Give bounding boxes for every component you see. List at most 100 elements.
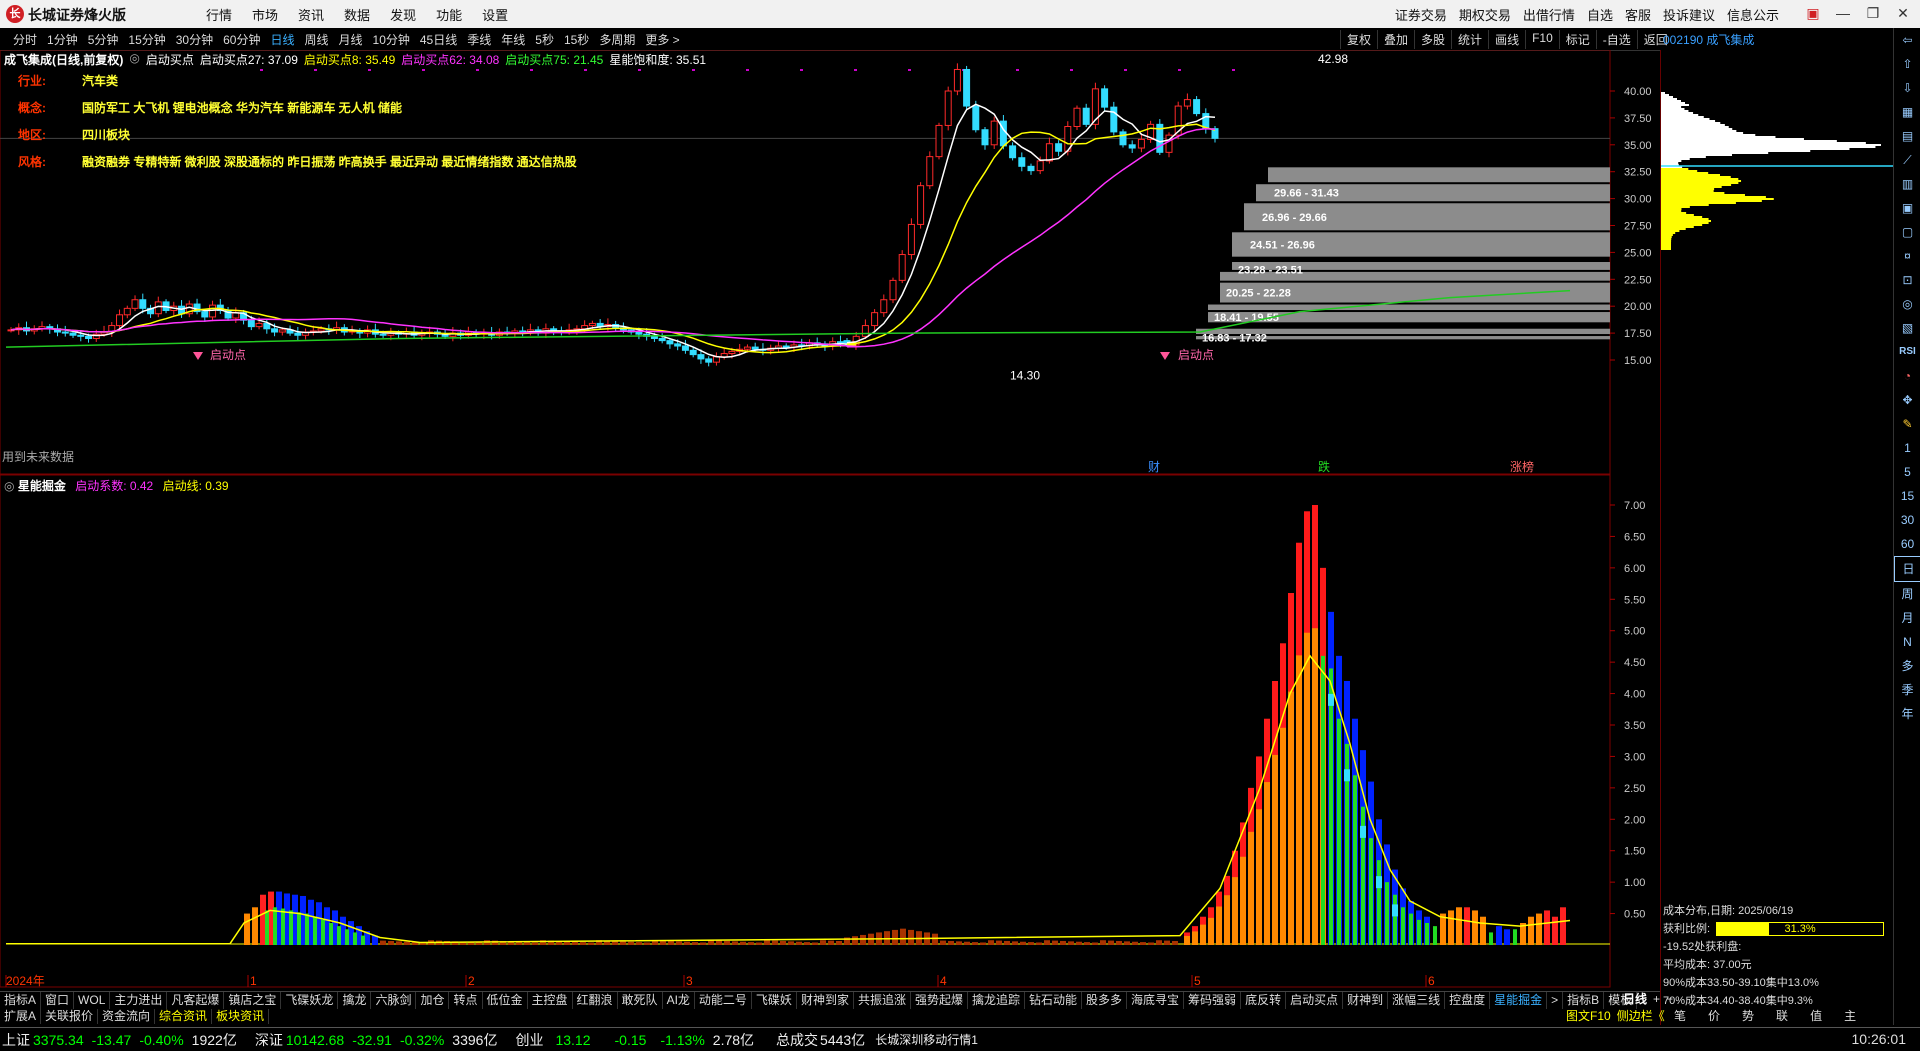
period-week[interactable]: 周 xyxy=(1894,582,1920,606)
indicator-tab[interactable]: 启动买点 xyxy=(1286,992,1344,1009)
panel-tab[interactable]: 值 xyxy=(1799,1009,1833,1024)
line-chart-icon[interactable]: ⟋ xyxy=(1894,148,1920,172)
indicator-tab[interactable]: 转点 xyxy=(449,992,483,1009)
period-day-tab[interactable]: 日线 xyxy=(1620,991,1650,1008)
minus-icon[interactable]: − xyxy=(1663,991,1676,1008)
pencil-icon[interactable]: ✎ xyxy=(1894,412,1920,436)
grid-icon[interactable]: ▦ xyxy=(1894,100,1920,124)
period-tab[interactable]: 30分钟 xyxy=(171,31,218,48)
stock-code-name[interactable]: 002190 成飞集成 xyxy=(1663,31,1754,48)
indicator-tab[interactable]: 财神到家 xyxy=(797,992,854,1009)
menu-item[interactable]: 客服 xyxy=(1619,5,1657,24)
menu-item[interactable]: 数据 xyxy=(334,5,380,24)
period-tab[interactable]: 月线 xyxy=(334,31,368,48)
period-n[interactable]: N xyxy=(1894,630,1920,654)
period-tab[interactable]: 1分钟 xyxy=(42,31,83,48)
skin-icon[interactable]: ▣ xyxy=(1802,2,1824,24)
period-multi[interactable]: 多 xyxy=(1894,654,1920,678)
period-tab[interactable]: 15秒 xyxy=(559,31,594,48)
maximize-icon[interactable]: ❐ xyxy=(1862,2,1884,24)
indicator-tab[interactable]: 底反转 xyxy=(1241,992,1287,1009)
table-icon[interactable]: ▤ xyxy=(1894,124,1920,148)
indicator-tab[interactable]: 筹码强弱 xyxy=(1184,992,1242,1009)
sub-indicator-title[interactable]: 星能掘金 xyxy=(18,479,66,493)
indicator-tab[interactable]: 飞碟妖 xyxy=(752,992,797,1009)
news-icon[interactable]: ▣ xyxy=(1894,196,1920,220)
period-year[interactable]: 年 xyxy=(1894,702,1920,726)
extension-tab[interactable]: 关联报价 xyxy=(41,1009,99,1024)
period-tab[interactable]: 5秒 xyxy=(530,31,559,48)
chart-tool-button[interactable]: 画线 xyxy=(1488,30,1525,49)
move-icon[interactable]: ✥ xyxy=(1894,388,1920,412)
panel-tab[interactable]: 价 xyxy=(1697,1009,1731,1024)
chart-tool-button[interactable]: 复权 xyxy=(1340,30,1377,49)
indicator-tab[interactable]: 涨幅三线 xyxy=(1388,992,1446,1009)
period-tab[interactable]: 年线 xyxy=(496,31,530,48)
period-day[interactable]: 日 xyxy=(1894,556,1920,582)
circle-icon[interactable]: ◎ xyxy=(1894,292,1920,316)
chart-tool-button[interactable]: -自选 xyxy=(1595,30,1637,49)
f10-icon[interactable]: ▢ xyxy=(1894,220,1920,244)
sidebar-tab[interactable]: 侧边栏《 xyxy=(1614,1009,1668,1024)
extension-tab[interactable]: 资金流向 xyxy=(98,1009,156,1024)
pie-icon[interactable]: ◔ xyxy=(1894,364,1920,388)
sh-name[interactable]: 上证 xyxy=(2,1030,30,1050)
panel-tab[interactable]: 主 xyxy=(1833,1009,1867,1024)
menu-item[interactable]: 投诉建议 xyxy=(1657,5,1721,24)
indicator-tab[interactable]: 凡客起爆 xyxy=(167,992,225,1009)
period-tab[interactable]: 15分钟 xyxy=(123,31,170,48)
sub-indicator-chart[interactable]: 7.00 6.50 6.00 5.50 5.00 4.50 4.00 3.50 3.00 2.50… xyxy=(0,475,1660,991)
period-30[interactable]: 30 xyxy=(1894,508,1920,532)
menu-item[interactable]: 设置 xyxy=(472,5,518,24)
menu-item[interactable]: 功能 xyxy=(426,5,472,24)
period-tab[interactable]: 季线 xyxy=(462,31,496,48)
close-icon[interactable]: ✕ xyxy=(1892,2,1914,24)
panel-tab[interactable]: 联 xyxy=(1765,1009,1799,1024)
menu-item[interactable]: 信息公示 xyxy=(1721,5,1785,24)
period-5[interactable]: 5 xyxy=(1894,460,1920,484)
indicator-tab[interactable]: 强势起爆 xyxy=(911,992,968,1009)
indicator-tab[interactable]: 镇店之宝 xyxy=(224,992,282,1009)
period-tab[interactable]: 5分钟 xyxy=(83,31,124,48)
period-season[interactable]: 季 xyxy=(1894,678,1920,702)
money-icon[interactable]: ¤ xyxy=(1894,244,1920,268)
zoom-icon[interactable]: ⊡ xyxy=(1894,268,1920,292)
indicator-tab[interactable]: 财神到 xyxy=(1343,992,1389,1009)
sub-settings-icon[interactable]: ◎ xyxy=(4,479,14,493)
indicator-tab[interactable]: 加仓 xyxy=(416,992,450,1009)
f10-tab[interactable]: 图文F10 xyxy=(1563,1009,1614,1024)
period-month[interactable]: 月 xyxy=(1894,606,1920,630)
indicator-settings-icon[interactable]: ◎ xyxy=(129,51,139,68)
indicator-tab[interactable]: 指标A xyxy=(0,992,42,1009)
extension-tab[interactable]: 板块资讯 xyxy=(212,1009,270,1024)
indicator-tab[interactable]: WOL xyxy=(74,992,111,1009)
indicator-tab[interactable]: 六脉剑 xyxy=(371,992,417,1009)
menu-item[interactable]: 证券交易 xyxy=(1389,5,1453,24)
period-tab[interactable]: 60分钟 xyxy=(218,31,265,48)
indicator-tab[interactable]: 低位金 xyxy=(483,992,528,1009)
indicator-tab[interactable]: 动能二号 xyxy=(695,992,752,1009)
extension-tab[interactable]: 综合资讯 xyxy=(155,1009,213,1024)
feed-name[interactable]: 长城深圳移动行情1 xyxy=(875,1031,978,1048)
menu-item[interactable]: 发现 xyxy=(380,5,426,24)
indicator-tab[interactable]: 主力进出 xyxy=(110,992,168,1009)
period-1[interactable]: 1 xyxy=(1894,436,1920,460)
menu-item[interactable]: 行情 xyxy=(196,5,242,24)
period-tab[interactable]: 45日线 xyxy=(415,31,462,48)
panel-tab[interactable]: 笔 xyxy=(1663,1009,1697,1024)
indicator-tab[interactable]: AI龙 xyxy=(663,992,695,1009)
sz-name[interactable]: 深证 xyxy=(255,1030,283,1050)
indicator-tab[interactable]: 共振追涨 xyxy=(854,992,911,1009)
indicator-tab[interactable]: 海底寻宝 xyxy=(1127,992,1185,1009)
indicator-name[interactable]: 启动买点 xyxy=(146,51,194,68)
chart-tool-button[interactable]: 统计 xyxy=(1451,30,1488,49)
indicator-tab[interactable]: 控盘度 xyxy=(1445,992,1491,1009)
indicator-tab[interactable]: 擒龙追踪 xyxy=(968,992,1025,1009)
indicator-tab[interactable]: 擒龙 xyxy=(338,992,372,1009)
indicator-tab[interactable]: 飞碟妖龙 xyxy=(281,992,339,1009)
indicator-tab[interactable]: 窗口 xyxy=(41,992,75,1009)
document-icon[interactable]: ▥ xyxy=(1894,172,1920,196)
arrow-left-icon[interactable]: ⇦ xyxy=(1894,28,1920,52)
period-tab[interactable]: 更多 > xyxy=(640,31,684,48)
indicator-tab[interactable]: 星能掘金 xyxy=(1490,992,1548,1009)
